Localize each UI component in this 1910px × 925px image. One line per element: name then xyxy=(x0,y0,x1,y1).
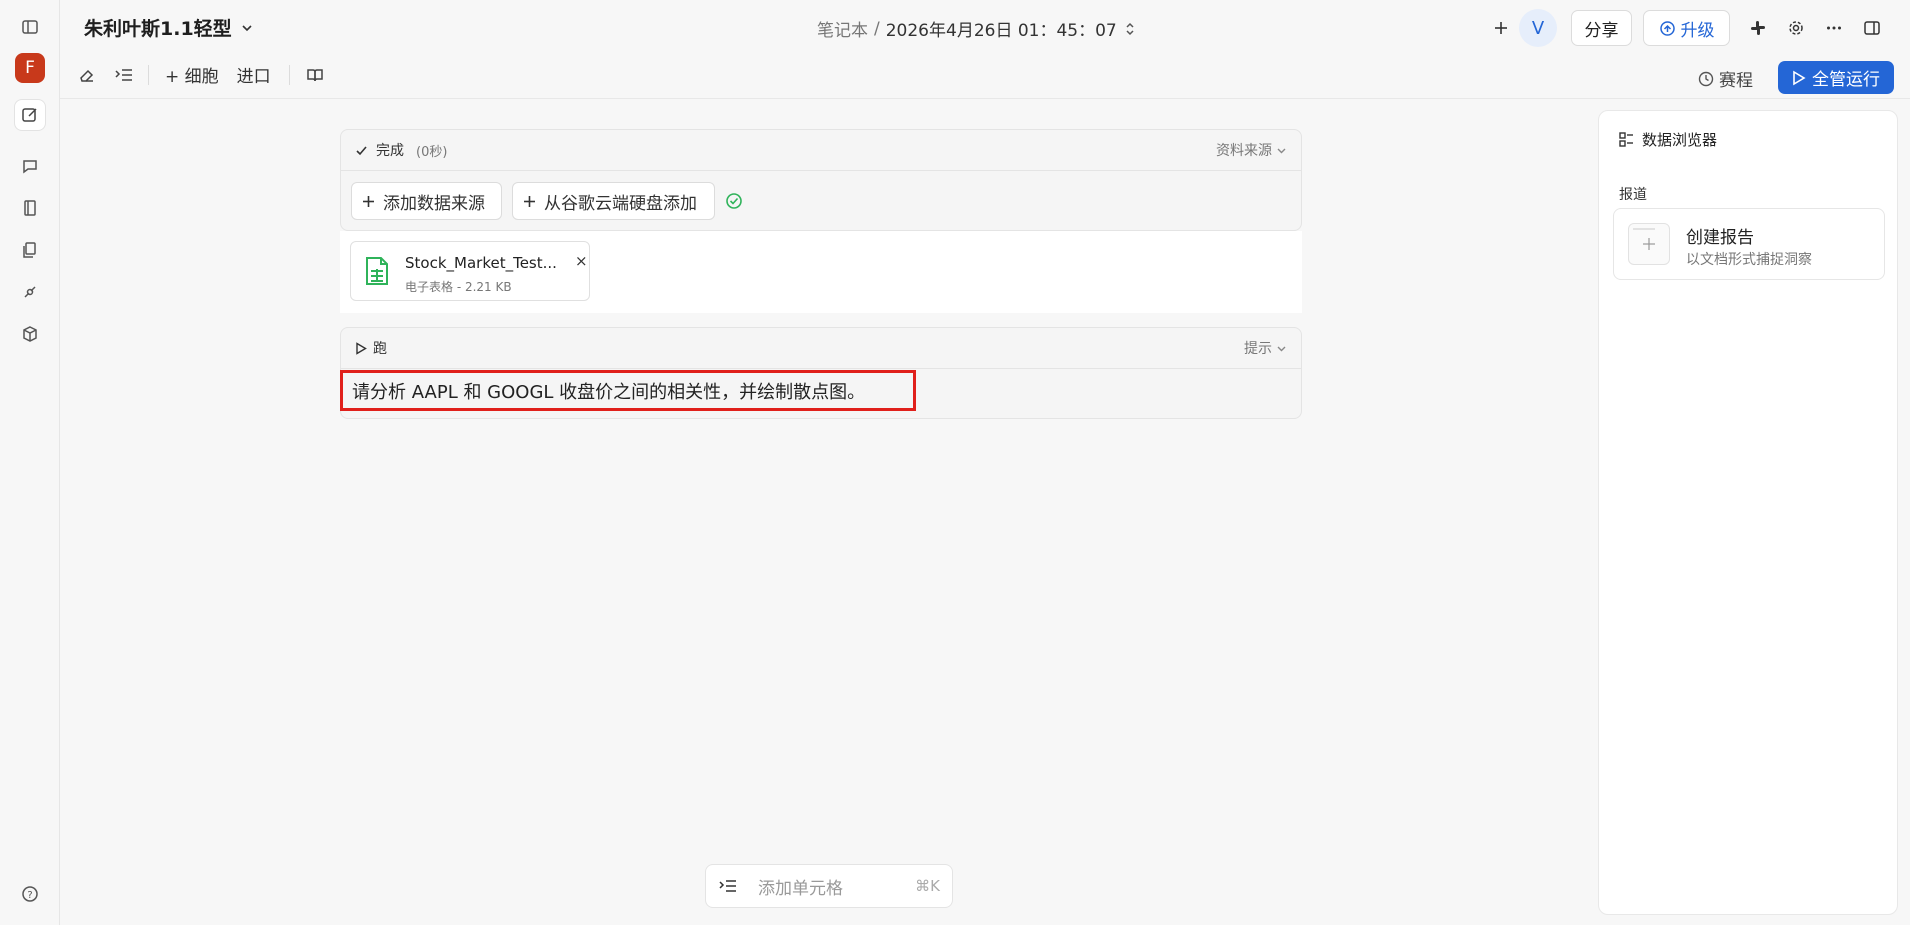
slack-icon[interactable] xyxy=(1742,12,1774,44)
file-meta: 电子表格 - 2.21 KB xyxy=(405,280,512,294)
integrations-icon[interactable] xyxy=(14,276,46,308)
user-avatar[interactable]: V xyxy=(1519,9,1557,47)
import-button[interactable]: 进口 xyxy=(237,62,271,87)
plus-icon xyxy=(362,195,375,208)
toolbar-divider xyxy=(148,64,149,85)
package-icon[interactable] xyxy=(14,318,46,350)
schedule-button[interactable]: 赛程 xyxy=(1698,66,1753,91)
cell-status: 完成 xyxy=(376,143,404,159)
data-browser-panel: 数据浏览器 报道 创建报告 以文档形式捕捉洞察 xyxy=(1598,110,1898,915)
reports-section-label: 报道 xyxy=(1619,187,1647,203)
prompt-cell-header: 跑 提示 xyxy=(341,328,1301,369)
add-cell-shortcut: ⌘K xyxy=(915,877,940,895)
breadcrumb-date: 2026年4月26日 01：45：07 xyxy=(885,21,1117,41)
share-button[interactable]: 分享 xyxy=(1571,10,1632,46)
breadcrumb-separator: / xyxy=(874,18,880,39)
check-icon xyxy=(355,144,368,157)
add-from-google-drive-label: 从谷歌云端硬盘添加 xyxy=(544,193,697,214)
data-browser-header: 数据浏览器 xyxy=(1619,129,1717,150)
add-data-source-label: 添加数据来源 xyxy=(383,193,485,214)
svg-text:?: ? xyxy=(27,890,32,901)
cell-duration: (0秒) xyxy=(416,144,448,160)
upgrade-icon xyxy=(1659,20,1676,37)
create-report-card[interactable]: 创建报告 以文档形式捕捉洞察 xyxy=(1613,208,1885,280)
add-cell-bar[interactable]: 添加单元格 ⌘K xyxy=(705,864,953,908)
chevron-down-icon xyxy=(1276,145,1287,156)
notebook-edit-icon[interactable] xyxy=(14,99,46,131)
left-rail: F ? xyxy=(0,0,60,925)
chevron-down-icon xyxy=(240,21,254,35)
help-icon[interactable]: ? xyxy=(14,878,46,910)
more-icon[interactable] xyxy=(1818,12,1850,44)
add-cell-placeholder: 添加单元格 xyxy=(758,878,843,899)
right-panel-toggle-icon[interactable] xyxy=(1856,12,1888,44)
add-from-google-drive-button[interactable]: 从谷歌云端硬盘添加 xyxy=(512,182,715,220)
hint-dropdown[interactable]: 提示 xyxy=(1244,338,1287,358)
success-check-icon xyxy=(725,192,743,210)
run-all-button[interactable]: 全管运行 xyxy=(1778,61,1894,94)
breadcrumb-section[interactable]: 笔记本 xyxy=(817,16,868,41)
create-report-title: 创建报告 xyxy=(1686,228,1754,248)
plus-icon xyxy=(523,195,536,208)
hint-label: 提示 xyxy=(1244,341,1272,357)
book-icon[interactable] xyxy=(306,66,324,84)
plus-icon xyxy=(1643,238,1655,250)
play-icon xyxy=(355,341,367,355)
add-icon[interactable] xyxy=(1485,12,1517,44)
notebook-icon[interactable] xyxy=(14,192,46,224)
notebook-title[interactable]: 朱利叶斯1.1轻型 xyxy=(84,14,254,41)
settings-gear-icon[interactable] xyxy=(1780,12,1812,44)
sidebar-toggle-icon[interactable] xyxy=(14,11,46,43)
notebook-title-text: 朱利叶斯1.1轻型 xyxy=(84,18,232,40)
attached-files-area: Stock_Market_Test... 电子表格 - 2.21 KB × xyxy=(340,231,1302,313)
play-icon xyxy=(1792,70,1806,86)
data-source-label: 资料来源 xyxy=(1216,143,1272,159)
chevron-down-icon xyxy=(1276,343,1287,354)
data-source-dropdown[interactable]: 资料来源 xyxy=(1216,140,1287,160)
clock-icon xyxy=(1698,71,1714,87)
file-name: Stock_Market_Test... xyxy=(405,254,557,272)
chat-icon[interactable] xyxy=(14,150,46,182)
eraser-icon[interactable] xyxy=(78,66,96,84)
spreadsheet-icon xyxy=(365,256,389,286)
schedule-label: 赛程 xyxy=(1719,71,1753,91)
report-thumbnail xyxy=(1628,223,1670,265)
add-cell-button[interactable]: + 细胞 xyxy=(165,62,219,87)
breadcrumb[interactable]: 笔记本 / 2026年4月26日 01：45：07 xyxy=(817,16,1137,41)
attached-file-card[interactable]: Stock_Market_Test... 电子表格 - 2.21 KB × xyxy=(350,241,590,301)
chevron-updown-icon[interactable] xyxy=(1123,21,1137,37)
outline-list-icon[interactable] xyxy=(114,66,134,84)
run-all-label: 全管运行 xyxy=(1812,70,1880,90)
remove-file-icon[interactable]: × xyxy=(575,252,588,270)
workspace-avatar[interactable]: F xyxy=(15,53,45,83)
run-label: 跑 xyxy=(373,341,387,357)
upgrade-label: 升级 xyxy=(1680,20,1715,41)
outline-list-icon xyxy=(718,877,738,895)
upgrade-button[interactable]: 升级 xyxy=(1643,10,1730,46)
create-report-subtitle: 以文档形式捕捉洞察 xyxy=(1686,252,1812,268)
data-source-cell: 完成 (0秒) 资料来源 添加数据来源 从谷歌云端硬盘添加 xyxy=(340,129,1302,231)
header-divider xyxy=(60,98,1910,99)
add-data-source-button[interactable]: 添加数据来源 xyxy=(351,182,502,220)
files-icon[interactable] xyxy=(14,234,46,266)
run-cell-button[interactable]: 跑 xyxy=(355,338,387,358)
toolbar-divider xyxy=(288,64,290,85)
data-source-actions: 添加数据来源 从谷歌云端硬盘添加 xyxy=(351,182,743,220)
data-cell-header: 完成 (0秒) 资料来源 xyxy=(341,130,1301,171)
notebook-toolbar: + 细胞 进口 xyxy=(78,62,342,87)
data-browser-title: 数据浏览器 xyxy=(1642,131,1718,149)
data-browser-icon xyxy=(1619,132,1634,147)
prompt-input[interactable]: 请分析 AAPL 和 GOOGL 收盘价之间的相关性，并绘制散点图。 xyxy=(340,370,916,411)
header-actions: V 分享 升级 xyxy=(1485,9,1888,47)
